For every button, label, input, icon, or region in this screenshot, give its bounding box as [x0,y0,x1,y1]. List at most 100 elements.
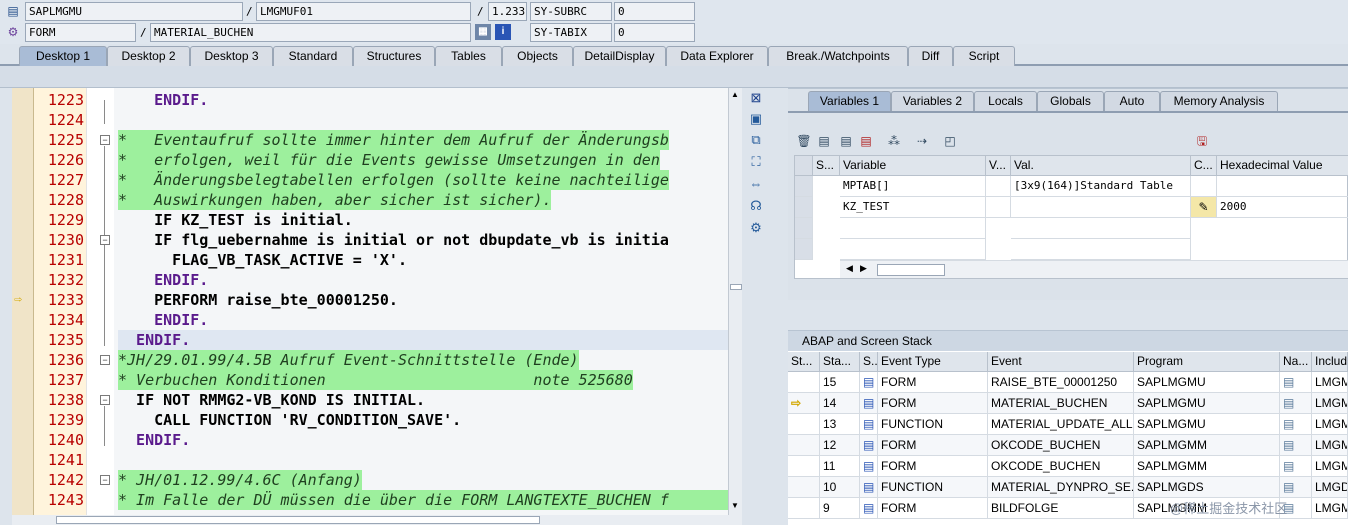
tab-breakpoints[interactable]: Break./Watchpoints [768,46,908,66]
tab-objects[interactable]: Objects [502,46,573,66]
stack-event[interactable]: MATERIAL_DYNPRO_SE... [988,477,1134,498]
list-icon[interactable]: ▤ [838,133,854,149]
swap-tool-icon[interactable]: ⧉ [748,132,764,148]
tab-locals[interactable]: Locals [974,91,1037,111]
stack-event-type[interactable]: FORM [878,393,988,414]
col-header[interactable]: C... [1191,156,1217,176]
navigate-icon[interactable]: ▤ [1280,393,1312,414]
stack-level[interactable]: 9 [820,498,860,519]
scroll-up-icon[interactable]: ▲ [731,90,739,99]
empty-cell[interactable] [1011,239,1191,260]
stack-program[interactable]: SAPLMGDS [1134,477,1280,498]
col-header[interactable]: Event [988,352,1134,372]
tab-globals[interactable]: Globals [1037,91,1104,111]
open-icon[interactable]: ◰ [942,133,958,149]
sysfield-subrc[interactable]: SY-SUBRC [530,2,612,21]
navigate-icon[interactable]: ▤ [1280,477,1312,498]
row-selector[interactable] [795,176,813,197]
hscroll-thumb[interactable] [56,516,540,524]
tab-data-explorer[interactable]: Data Explorer [666,46,768,66]
navigate-icon[interactable]: ▤ [1280,456,1312,477]
stack-level[interactable]: 15 [820,372,860,393]
scroll-down-icon[interactable]: ▼ [731,501,739,510]
line-field[interactable]: 1.233 [488,2,527,21]
stack-include[interactable]: LMGMU [1312,414,1348,435]
variable-value[interactable] [1011,197,1191,218]
variables-icon[interactable]: ⁂ [886,133,902,149]
tab-script[interactable]: Script [953,46,1015,66]
save-icon[interactable]: 🖫 [1194,133,1210,149]
remove-row-icon[interactable]: ▤ [858,133,874,149]
info-icon[interactable]: i [495,24,511,40]
fold-toggle[interactable]: − [100,395,110,405]
stack-event-type[interactable]: FUNCTION [878,477,988,498]
stack-event-type[interactable]: FORM [878,435,988,456]
stack-event[interactable]: BILDFOLGE [988,498,1134,519]
select-all-cell[interactable] [795,156,813,176]
scroll-left-icon[interactable]: ◀ [846,263,853,274]
tab-variables-1[interactable]: Variables 1 [808,91,891,111]
col-header[interactable]: Event Type [878,352,988,372]
col-header[interactable]: Sta... [820,352,860,372]
tab-detaildisplay[interactable]: DetailDisplay [573,46,666,66]
edit-pencil-icon[interactable]: ✎ [1191,197,1217,218]
sysvalue-tabix[interactable]: 0 [614,23,695,42]
stack-include[interactable]: LMGMM [1312,456,1348,477]
stack-event-type[interactable]: FORM [878,456,988,477]
tab-desktop-1[interactable]: Desktop 1 [19,46,107,66]
col-header[interactable]: Variable [840,156,986,176]
col-header[interactable]: S... [813,156,840,176]
stack-program[interactable]: SAPLMGMU [1134,372,1280,393]
stack-program[interactable]: SAPLMGMU [1134,393,1280,414]
col-header[interactable]: Na... [1280,352,1312,372]
insert-icon[interactable]: ▤ [816,133,832,149]
transfer-icon[interactable]: ⇢ [914,133,930,149]
col-header[interactable]: Val. [1011,156,1191,176]
fold-toggle[interactable]: − [100,475,110,485]
delete-icon[interactable]: 🗑 [796,133,812,149]
row-selector[interactable] [795,197,813,218]
fold-toggle[interactable]: − [100,135,110,145]
display-source-icon[interactable]: ▦ [475,24,491,40]
stack-event[interactable]: OKCODE_BUCHEN [988,456,1134,477]
tab-variables-2[interactable]: Variables 2 [891,91,974,111]
tab-desktop-2[interactable]: Desktop 2 [107,46,190,66]
stack-level[interactable]: 14 [820,393,860,414]
stack-program[interactable]: SAPLMGMM [1134,456,1280,477]
empty-cell[interactable] [840,239,986,260]
resize-icon[interactable]: ⇔ [748,176,764,192]
variable-name[interactable]: MPTAB[] [840,176,986,197]
variable-name[interactable]: KZ_TEST [840,197,986,218]
stack-program[interactable]: SAPLMGMU [1134,414,1280,435]
stack-event[interactable]: RAISE_BTE_00001250 [988,372,1134,393]
include-field[interactable]: LMGMUF01 [256,2,471,21]
settings-icon[interactable]: ⚙ [748,220,764,236]
stack-include[interactable]: LMGMU [1312,372,1348,393]
empty-cell[interactable] [840,218,986,239]
maximize-icon[interactable]: ⛶ [748,154,764,170]
stack-level[interactable]: 10 [820,477,860,498]
stack-level[interactable]: 12 [820,435,860,456]
event-type-field[interactable]: FORM [25,23,136,42]
empty-cell[interactable] [1011,218,1191,239]
navigate-icon[interactable]: ▤ [1280,372,1312,393]
col-header[interactable]: St... [788,352,820,372]
tab-structures[interactable]: Structures [353,46,435,66]
navigate-icon[interactable]: ▤ [1280,435,1312,456]
navigate-icon[interactable]: ▤ [1280,414,1312,435]
stack-level[interactable]: 13 [820,414,860,435]
stack-event-type[interactable]: FORM [878,498,988,519]
tab-memory-analysis[interactable]: Memory Analysis [1160,91,1278,111]
scroll-thumb[interactable] [730,284,742,290]
grid-hscroll-thumb[interactable] [877,264,945,276]
stack-include[interactable]: LMGMU [1312,393,1348,414]
tab-tables[interactable]: Tables [435,46,502,66]
col-header[interactable]: Hexadecimal Value [1217,156,1348,176]
sysvalue-subrc[interactable]: 0 [614,2,695,21]
tab-diff[interactable]: Diff [908,46,953,66]
new-tool-icon[interactable]: ▣ [748,111,764,127]
editor-horizontal-scrollbar[interactable] [12,515,742,525]
stack-event-type[interactable]: FORM [878,372,988,393]
scroll-right-icon[interactable]: ▶ [860,263,867,274]
stack-event-type[interactable]: FUNCTION [878,414,988,435]
